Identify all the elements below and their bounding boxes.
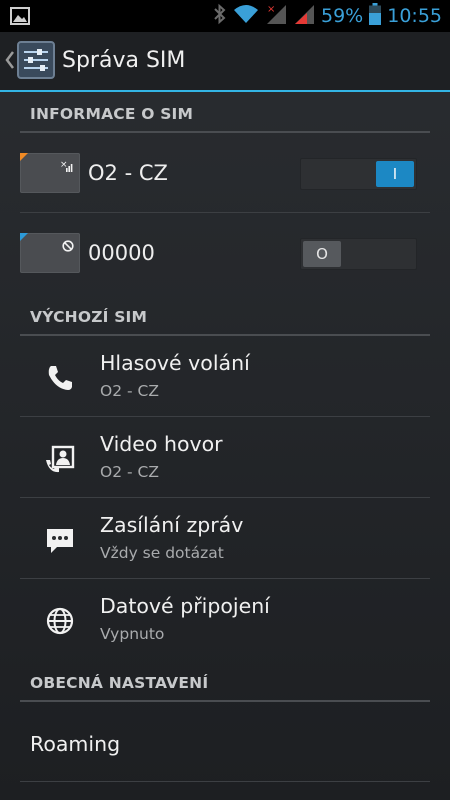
sim-name: 00000: [88, 241, 155, 265]
section-header-sim-info: INFORMACE O SIM: [20, 95, 430, 133]
globe-icon: [44, 605, 76, 637]
pref-voice-call[interactable]: Hlasové volání O2 - CZ: [20, 336, 430, 417]
pref-title: Video hovor: [100, 432, 223, 456]
pref-summary: O2 - CZ: [100, 463, 159, 481]
signal-icon: [293, 3, 315, 29]
blocked-icon: [62, 237, 74, 256]
battery-icon: [369, 3, 382, 29]
pref-title: Hlasové volání: [100, 351, 250, 375]
video-call-icon: [44, 443, 76, 475]
sim-row-1[interactable]: × O2 - CZ I: [20, 133, 430, 213]
status-bar: × 59% 10:55: [0, 0, 450, 32]
clock: 10:55: [387, 5, 442, 27]
pref-summary: Vždy se dotázat: [100, 544, 224, 562]
image-icon: [10, 7, 30, 29]
signal-no-service-icon: ×: [265, 3, 287, 29]
battery-percent: 59%: [321, 5, 364, 27]
toggle-thumb: O: [303, 241, 341, 267]
section-header-label: OBECNÁ NASTAVENÍ: [30, 674, 209, 692]
pref-messaging[interactable]: Zasílání zpráv Vždy se dotázat: [20, 498, 430, 579]
action-bar: Správa SIM: [0, 32, 450, 92]
svg-text:×: ×: [267, 4, 275, 15]
section-header-general: OBECNÁ NASTAVENÍ: [20, 664, 430, 702]
pref-title: Zasílání zpráv: [100, 513, 244, 537]
section-header-label: INFORMACE O SIM: [30, 105, 194, 123]
message-icon: [44, 524, 76, 556]
section-header-default-sim: VÝCHOZÍ SIM: [20, 298, 430, 336]
pref-title: Datové připojení: [100, 594, 270, 618]
sim-card-icon: ×: [20, 153, 80, 193]
sim-toggle[interactable]: I: [300, 158, 417, 190]
pref-roaming[interactable]: Roaming: [20, 700, 430, 782]
signal-icon: ×: [60, 157, 74, 176]
pref-summary: Vypnuto: [100, 625, 165, 643]
sim-card-icon: [20, 233, 80, 273]
bluetooth-icon: [213, 3, 227, 29]
pref-summary: O2 - CZ: [100, 382, 159, 400]
section-header-label: VÝCHOZÍ SIM: [30, 308, 148, 326]
page-title: Správa SIM: [62, 48, 186, 73]
phone-icon: [44, 362, 76, 394]
chevron-left-icon[interactable]: [5, 50, 15, 74]
pref-data-connection[interactable]: Datové připojení Vypnuto: [20, 579, 430, 660]
pref-video-call[interactable]: Video hovor O2 - CZ: [20, 417, 430, 498]
sim-row-2[interactable]: 00000 O: [20, 213, 430, 293]
wifi-icon: [233, 4, 259, 28]
sim-settings-icon[interactable]: [17, 41, 55, 83]
sim-name: O2 - CZ: [88, 161, 168, 185]
pref-title: Roaming: [30, 732, 121, 756]
sim-toggle[interactable]: O: [300, 238, 417, 270]
toggle-thumb: I: [376, 161, 414, 187]
